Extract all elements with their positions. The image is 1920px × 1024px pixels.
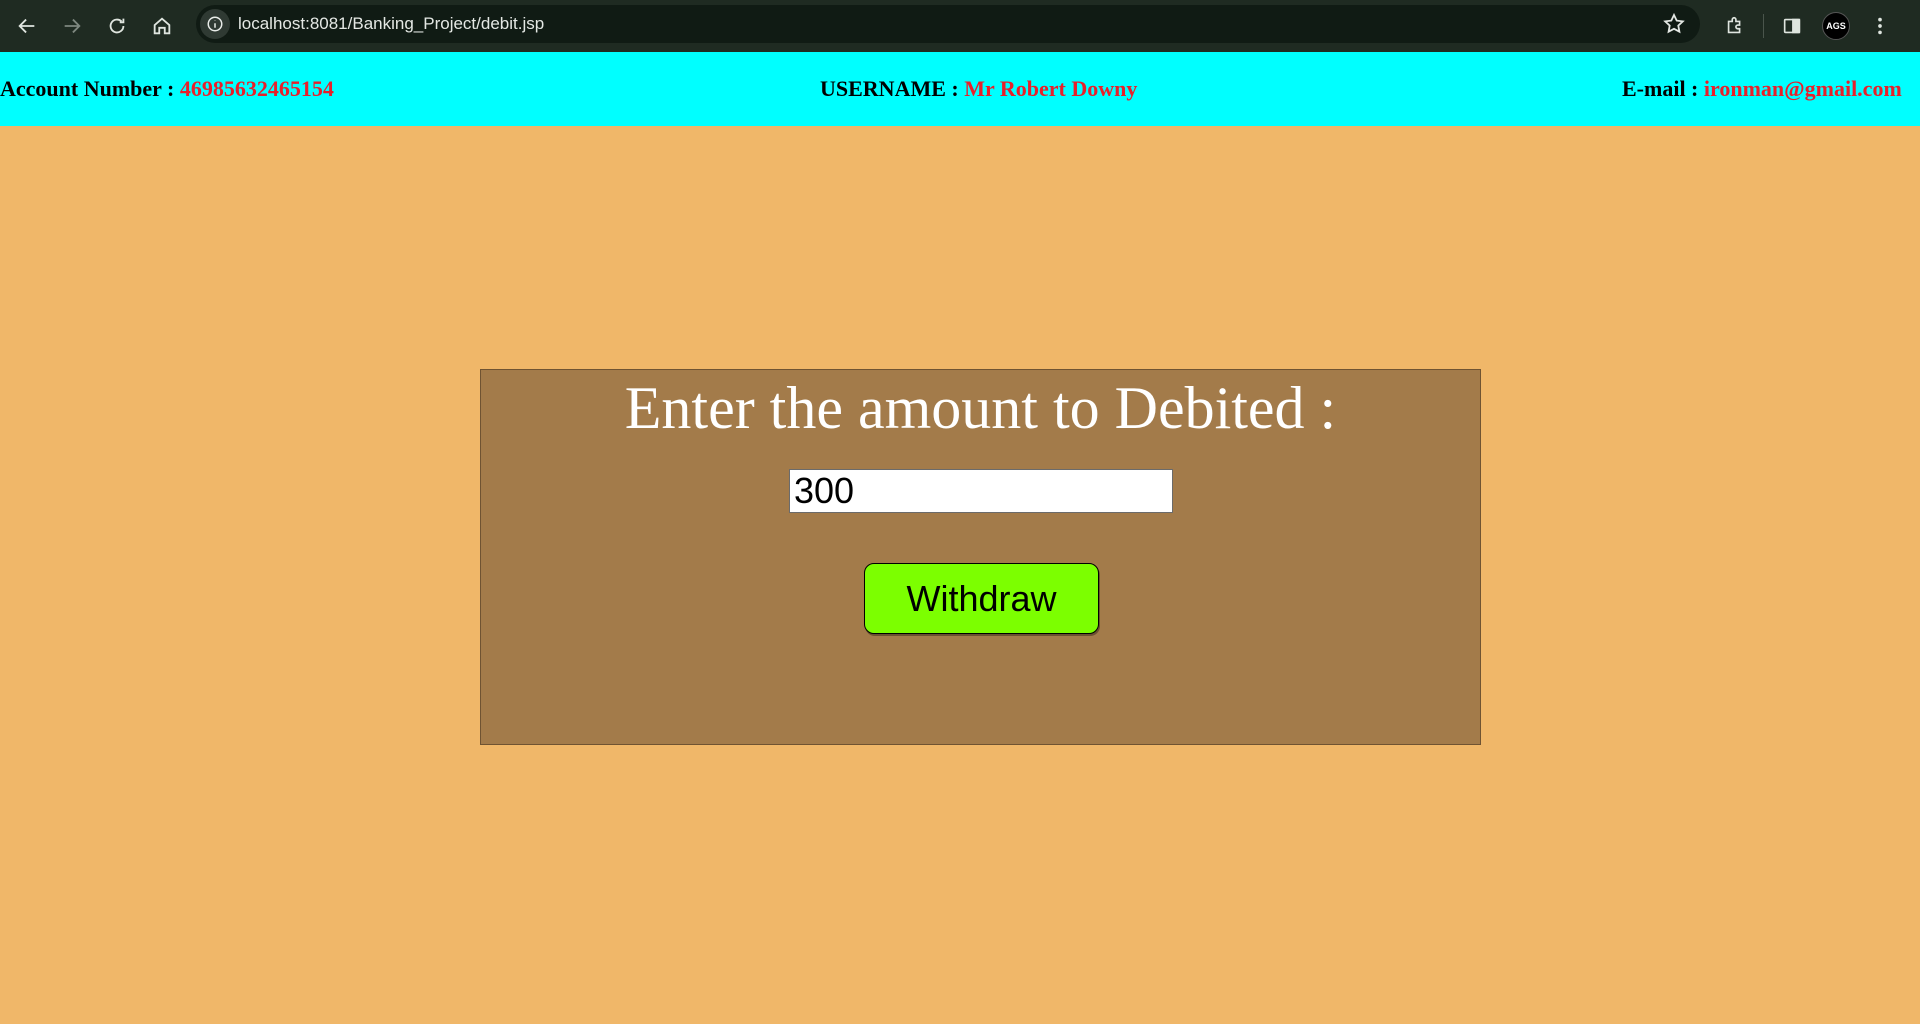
back-icon[interactable]: [5, 4, 49, 48]
amount-input[interactable]: [789, 469, 1173, 513]
toolbar-divider: [1763, 14, 1764, 38]
email-label: E-mail :: [1622, 76, 1699, 101]
account-number-field: Account Number : 46985632465154: [0, 76, 334, 102]
username-label: USERNAME :: [820, 76, 959, 101]
url-text[interactable]: localhost:8081/Banking_Project/debit.jsp: [238, 14, 544, 34]
side-panel-icon[interactable]: [1770, 4, 1814, 48]
browser-toolbar: localhost:8081/Banking_Project/debit.jsp…: [0, 0, 1920, 52]
debit-form-card: Enter the amount to Debited : Withdraw: [480, 369, 1481, 745]
menu-kebab-icon[interactable]: [1858, 4, 1902, 48]
site-info-icon[interactable]: [200, 9, 230, 39]
extensions-icon[interactable]: [1713, 4, 1757, 48]
bookmark-star-icon[interactable]: [1662, 12, 1686, 41]
forward-icon[interactable]: [50, 4, 94, 48]
address-bar[interactable]: localhost:8081/Banking_Project/debit.jsp: [196, 5, 1700, 43]
account-number-label: Account Number :: [0, 76, 175, 101]
home-icon[interactable]: [140, 4, 184, 48]
reload-icon[interactable]: [95, 4, 139, 48]
username-value: Mr Robert Downy: [964, 76, 1138, 101]
form-title: Enter the amount to Debited :: [624, 375, 1337, 441]
email-value: ironman@gmail.com: [1703, 76, 1902, 101]
avatar-initials: AGS: [1822, 12, 1850, 40]
account-number-value: 46985632465154: [179, 76, 334, 101]
account-info-bar: Account Number : 46985632465154 USERNAME…: [0, 52, 1920, 126]
username-field: USERNAME : Mr Robert Downy: [820, 76, 1137, 102]
withdraw-button[interactable]: Withdraw: [864, 563, 1099, 634]
profile-avatar[interactable]: AGS: [1814, 4, 1858, 48]
email-field: E-mail : ironman@gmail.com: [1622, 76, 1902, 102]
